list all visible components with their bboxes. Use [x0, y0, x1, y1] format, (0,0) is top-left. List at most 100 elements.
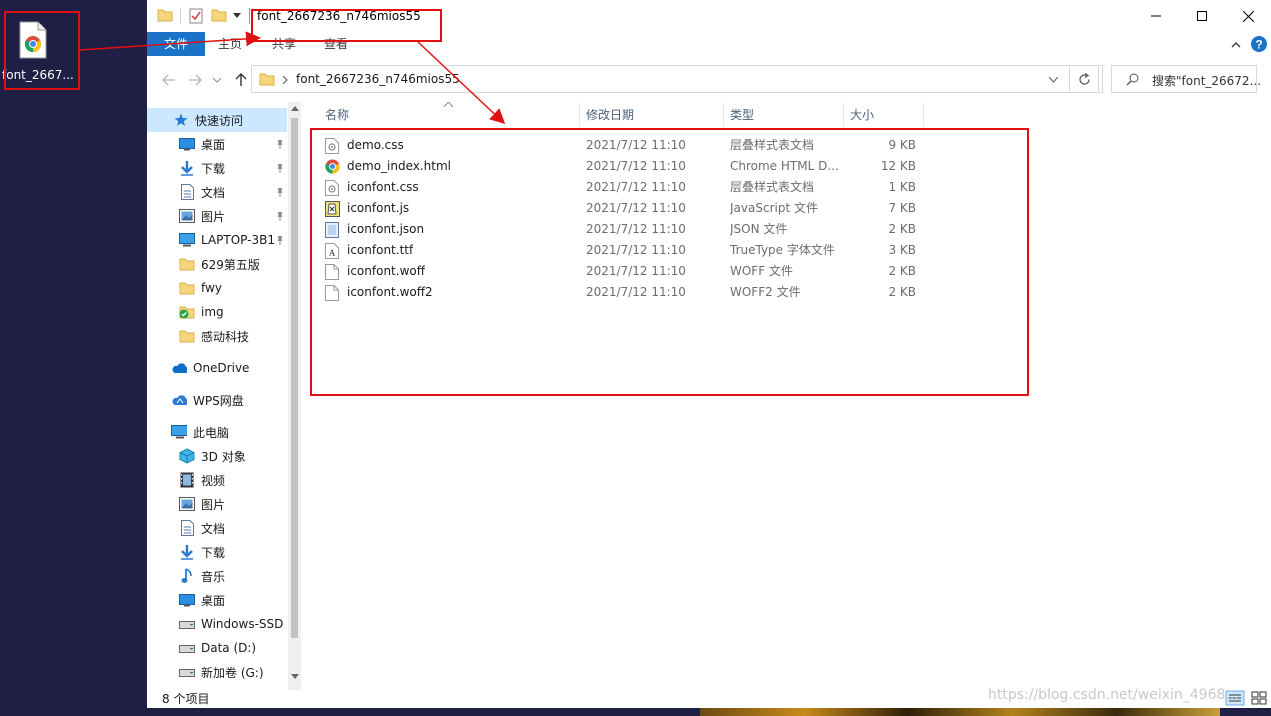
up-button[interactable]: [231, 70, 251, 90]
sidebar-item-label: 桌面: [201, 137, 226, 152]
sidebar-item-label: fwy: [201, 281, 222, 295]
scroll-down-icon[interactable]: [291, 674, 299, 679]
sidebar-item[interactable]: Windows-SSD: [147, 612, 287, 636]
forward-button[interactable]: [185, 70, 205, 90]
sidebar-item[interactable]: Data (D:): [147, 636, 287, 660]
arrow-right-icon: [189, 74, 202, 86]
item-count: 8 个项目: [162, 692, 210, 706]
separator: [180, 8, 181, 24]
sidebar-item[interactable]: 桌面: [147, 588, 287, 612]
sidebar-item[interactable]: 629第五版: [147, 252, 287, 276]
sidebar-item[interactable]: OneDrive: [147, 356, 287, 380]
sidebar-item[interactable]: img: [147, 300, 287, 324]
sidebar-item[interactable]: 文档: [147, 516, 287, 540]
close-button[interactable]: [1225, 0, 1271, 32]
chevron-down-icon[interactable]: [1049, 77, 1058, 83]
folder-icon: [157, 9, 173, 22]
desktop-icon: [179, 592, 195, 608]
expand-ribbon-icon[interactable]: [1231, 41, 1241, 48]
help-icon[interactable]: ?: [1251, 36, 1267, 52]
picture-icon: [179, 496, 195, 512]
chevron-down-icon: [213, 77, 221, 83]
nav-scrollbar-thumb[interactable]: [291, 118, 298, 638]
maximize-button[interactable]: [1179, 0, 1225, 32]
cube-icon: [179, 448, 195, 464]
chevron-right-icon: [283, 76, 288, 84]
star-icon: [173, 112, 189, 128]
address-path: font_2667236_n746mios55: [296, 72, 460, 86]
sidebar-item[interactable]: 感动科技: [147, 324, 287, 348]
back-button[interactable]: [159, 70, 179, 90]
computer-icon: [179, 232, 195, 248]
sidebar-item[interactable]: 新加卷 (G:): [147, 660, 287, 684]
sidebar-item-label: 文档: [201, 521, 226, 536]
separator: [249, 8, 250, 24]
pc-icon: [171, 424, 187, 440]
cloud-icon: [171, 360, 187, 376]
sidebar-item[interactable]: 下载: [147, 156, 287, 180]
tab-file[interactable]: 文件: [147, 32, 205, 56]
folder-icon: [179, 256, 195, 272]
recent-locations-button[interactable]: [207, 70, 227, 90]
pin-icon: [275, 234, 285, 245]
desktop-icon: [179, 136, 195, 152]
close-icon: [1242, 10, 1254, 22]
folder-icon: [179, 280, 195, 296]
maximize-icon: [1197, 11, 1207, 21]
sidebar-item[interactable]: LAPTOP-3B1: [147, 228, 287, 252]
annotation-box-title: [251, 9, 442, 42]
arrow-left-icon: [162, 74, 175, 86]
address-bar[interactable]: font_2667236_n746mios55: [251, 65, 1103, 93]
sidebar-item-label: 感动科技: [201, 329, 250, 344]
sidebar-item-label: 文档: [201, 185, 226, 200]
minimize-button[interactable]: [1133, 0, 1179, 32]
sidebar-item[interactable]: 桌面: [147, 132, 287, 156]
column-header-name[interactable]: 名称: [319, 103, 580, 127]
folder-icon: [179, 328, 195, 344]
sidebar-item[interactable]: 此电脑: [147, 420, 287, 444]
refresh-icon: [1078, 72, 1090, 85]
sidebar-item[interactable]: 视频: [147, 468, 287, 492]
annotation-box-file-list: [310, 128, 1029, 396]
column-header-type[interactable]: 类型: [724, 103, 844, 127]
sidebar-item[interactable]: WPS网盘: [147, 388, 287, 412]
drive-icon: [179, 664, 195, 680]
sidebar-item-label: 桌面: [201, 593, 226, 608]
scroll-up-icon[interactable]: [291, 106, 299, 111]
sidebar-item[interactable]: 快速访问: [147, 108, 287, 132]
document-icon: [179, 520, 195, 536]
sidebar-item[interactable]: 图片: [147, 204, 287, 228]
sidebar-item-label: 下载: [201, 545, 226, 560]
sidebar-item[interactable]: 图片: [147, 492, 287, 516]
sidebar-item-label: img: [201, 305, 224, 319]
column-header-size[interactable]: 大小: [844, 103, 924, 127]
pin-icon: [275, 186, 285, 197]
sidebar-item-label: OneDrive: [193, 361, 250, 375]
sidebar-item-label: 图片: [201, 497, 226, 512]
new-folder-icon[interactable]: [211, 8, 227, 22]
annotation-box-desktop-icon: [4, 11, 80, 90]
chevron-down-icon[interactable]: [233, 13, 241, 19]
search-input[interactable]: 搜索"font_26672...: [1111, 65, 1261, 93]
sidebar-item[interactable]: 3D 对象: [147, 444, 287, 468]
drive-icon: [179, 640, 195, 656]
refresh-button[interactable]: [1069, 65, 1099, 93]
sidebar-item[interactable]: 文档: [147, 180, 287, 204]
folder-icon: [259, 73, 275, 86]
large-icons-view-icon[interactable]: [1249, 690, 1269, 706]
picture-icon: [179, 208, 195, 224]
properties-icon[interactable]: [189, 8, 203, 24]
sidebar-item[interactable]: fwy: [147, 276, 287, 300]
address-row: font_2667236_n746mios55 搜索"font_26672...: [147, 62, 1271, 96]
drive-icon: [179, 616, 195, 632]
arrow-up-icon: [235, 73, 247, 86]
sidebar-item-label: 视频: [201, 473, 226, 488]
tab-home[interactable]: 主页: [205, 32, 255, 56]
sidebar-item[interactable]: 下载: [147, 540, 287, 564]
pin-icon: [275, 162, 285, 173]
sidebar-item-label: 3D 对象: [201, 449, 246, 464]
pin-icon: [275, 138, 285, 149]
sidebar-item[interactable]: 音乐: [147, 564, 287, 588]
column-header-date[interactable]: 修改日期: [580, 103, 724, 127]
nav-scrollbar[interactable]: [288, 102, 301, 690]
